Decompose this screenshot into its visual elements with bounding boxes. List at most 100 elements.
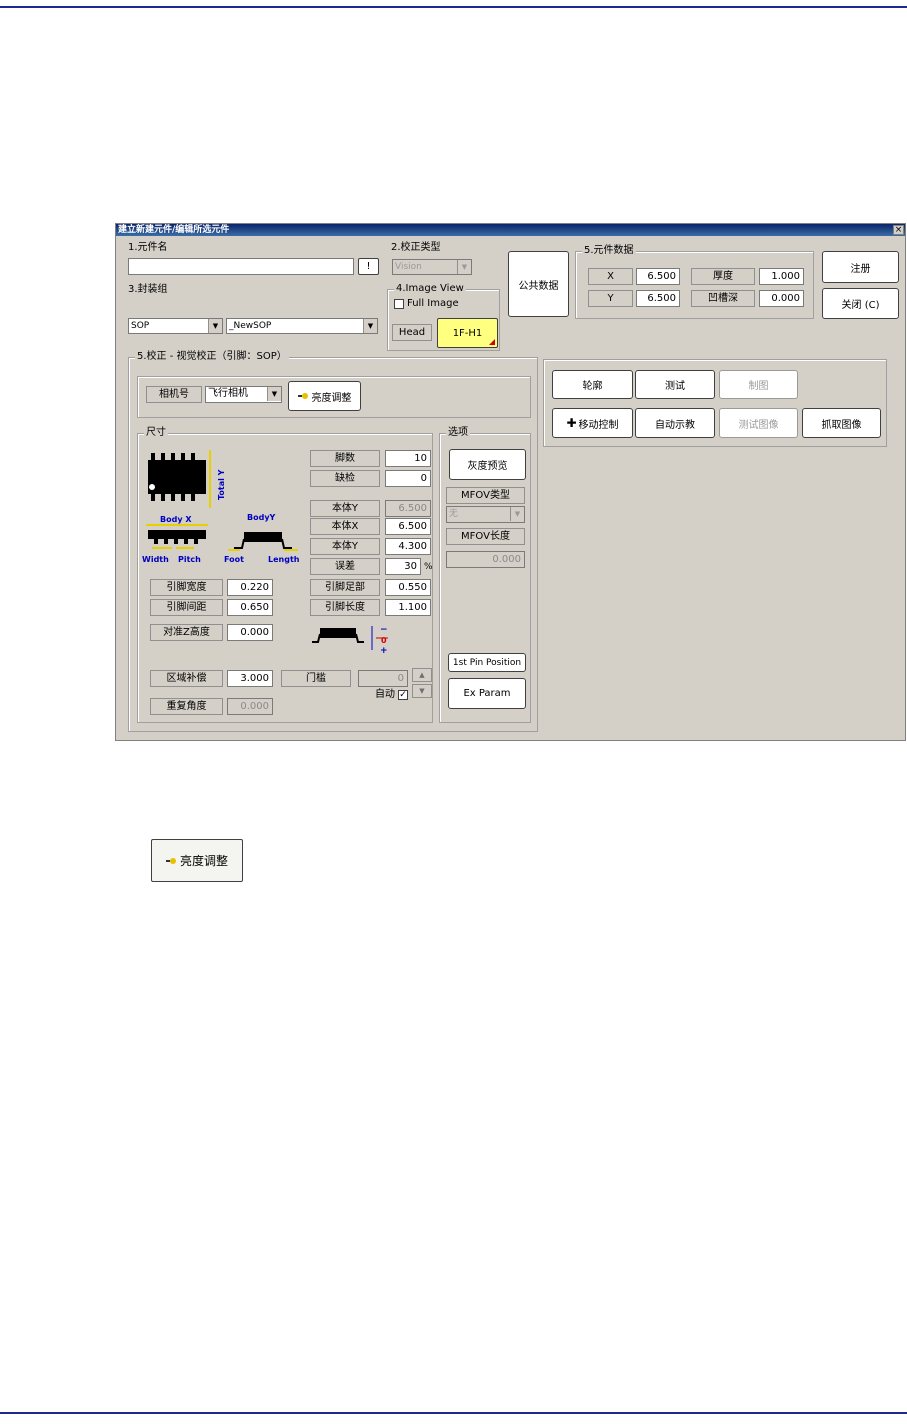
close-button[interactable]: 关闭 (C) (822, 288, 899, 319)
package-diagram: Total Y Body X Width Pitch BodyY Foot Le… (142, 450, 300, 564)
pitch-label: Pitch (178, 555, 201, 564)
body-y1-input[interactable]: 6.500 (385, 500, 431, 517)
auto-label: 自动 (375, 689, 395, 700)
body-x-label: 本体X (310, 518, 380, 535)
head-select-button[interactable]: 1F-H1 (437, 318, 498, 348)
dropdown-corner-icon (489, 339, 495, 345)
calibration-title: 5.校正 - 视觉校正（引脚：SOP） (135, 351, 289, 363)
ex-param-button[interactable]: Ex Param (448, 678, 526, 709)
area-comp-input[interactable]: 3.000 (227, 670, 273, 687)
first-pin-position-button[interactable]: 1st Pin Position (448, 653, 526, 672)
full-image-checkbox[interactable] (394, 299, 404, 309)
body-y2-input[interactable]: 4.300 (385, 538, 431, 555)
threshold-label: 门槛 (281, 670, 351, 687)
mfov-length-input[interactable]: 0.000 (446, 551, 525, 568)
camera-label: 相机号 (146, 386, 202, 403)
foot-label: Foot (224, 555, 244, 564)
mfov-type-label: MFOV类型 (446, 487, 525, 504)
package-select[interactable]: SOP ▼ (128, 318, 223, 334)
outline-button[interactable]: 轮廓 (552, 370, 633, 399)
lead-pitch-label: 引脚间距 (150, 599, 223, 616)
pin-count-input[interactable]: 10 (385, 450, 431, 467)
brightness-button[interactable]: 亮度调整 (288, 381, 361, 411)
z-plus-label: + (380, 646, 388, 654)
lead-pitch-input[interactable]: 0.650 (227, 599, 273, 616)
calib-type-label: 2.校正类型 (391, 242, 441, 253)
lead-width-input[interactable]: 0.220 (227, 579, 273, 596)
camera-select[interactable]: 飞行相机 ▼ (205, 386, 282, 403)
actions-group: 轮廓 测试 制图 ✚ 移动控制 自动示教 测试图像 抓取图像 (543, 359, 887, 447)
package-group-label: 3.封装组 (128, 284, 168, 295)
camera-value: 飞行相机 (208, 388, 248, 399)
head-value: 1F-H1 (452, 327, 483, 339)
lead-foot-label: 引脚足部 (310, 579, 380, 596)
area-comp-label: 区域补偿 (150, 670, 223, 687)
mfov-type-select[interactable]: 无 ▼ (446, 506, 525, 523)
pin-count-label: 脚数 (310, 450, 380, 467)
body-x-input[interactable]: 6.500 (385, 518, 431, 535)
package-name-value: _NewSOP (229, 321, 272, 331)
recess-input[interactable]: 0.000 (759, 290, 804, 307)
options-title: 选项 (446, 427, 470, 439)
package-name-select[interactable]: _NewSOP ▼ (226, 318, 378, 334)
part-name-label: 1.元件名 (128, 242, 168, 253)
top-rule (0, 6, 907, 8)
part-editor-dialog: 建立新建元件/编辑所选元件 × 1.元件名 ! 3.封装组 SOP ▼ _New… (115, 223, 906, 741)
y-input[interactable]: 6.500 (636, 290, 680, 307)
lead-length-input[interactable]: 1.100 (385, 599, 431, 616)
chevron-down-icon: ▼ (510, 507, 524, 521)
chevron-down-icon: ▼ (363, 319, 377, 333)
head-label: Head (392, 324, 432, 341)
draw-button[interactable]: 制图 (719, 370, 798, 399)
gray-preview-button[interactable]: 灰度预览 (449, 449, 526, 480)
lead-length-label: 引脚长度 (310, 599, 380, 616)
test-button[interactable]: 测试 (635, 370, 715, 399)
mfov-type-value: 无 (449, 509, 459, 519)
threshold-down-button[interactable]: ▼ (412, 684, 432, 698)
missing-input[interactable]: 0 (385, 470, 431, 487)
part-data-group: 5.元件数据 X 6.500 厚度 1.000 Y 6.500 凹槽深 0.00… (575, 245, 814, 319)
window-title: 建立新建元件/编辑所选元件 (116, 224, 905, 236)
chevron-down-icon: ▼ (457, 260, 471, 274)
body-x-label: Body X (160, 515, 192, 524)
part-name-input[interactable] (128, 258, 354, 275)
align-z-input[interactable]: 0.000 (227, 624, 273, 641)
common-data-button[interactable]: 公共数据 (508, 251, 569, 317)
brightness-callout-button[interactable]: 亮度调整 (151, 839, 243, 882)
dimensions-group: 尺寸 Total Y Body X Width Pitch BodyY Foot… (137, 427, 433, 723)
tolerance-input[interactable]: 30 (385, 558, 421, 575)
threshold-up-button[interactable]: ▲ (412, 668, 432, 682)
threshold-input[interactable]: 0 (358, 670, 408, 687)
brightness-callout-label: 亮度调整 (179, 854, 228, 868)
tolerance-unit: % (424, 562, 433, 572)
calib-type-select[interactable]: Vision ▼ (392, 259, 472, 275)
auto-teach-button[interactable]: 自动示教 (635, 408, 715, 438)
repeat-angle-label: 重复角度 (150, 698, 223, 715)
align-z-label: 对准Z高度 (150, 624, 223, 641)
repeat-angle-input[interactable]: 0.000 (227, 698, 273, 715)
x-input[interactable]: 6.500 (636, 268, 680, 285)
lead-side-view (228, 532, 298, 551)
z-minus-label: − (380, 625, 388, 635)
chip-side-view (148, 530, 206, 549)
arrow-up-icon: ▲ (419, 671, 425, 679)
mfov-length-label: MFOV长度 (446, 528, 525, 545)
window-close-icon[interactable]: × (893, 225, 904, 235)
total-y-label: Total Y (217, 469, 226, 500)
body-y1-label: 本体Y (310, 500, 380, 517)
missing-label: 缺检 (310, 470, 380, 487)
register-button[interactable]: 注册 (822, 251, 899, 283)
calib-type-value: Vision (395, 262, 422, 272)
grab-image-button[interactable]: 抓取图像 (802, 408, 881, 438)
image-view-title: 4.Image View (394, 283, 466, 295)
z-height-diagram: − 0 + (312, 625, 388, 654)
light-bulb-icon (165, 857, 177, 865)
part-name-lookup-button[interactable]: ! (358, 258, 379, 275)
auto-checkbox[interactable]: ✓ (398, 690, 408, 700)
recess-label: 凹槽深 (691, 290, 755, 307)
test-image-button[interactable]: 测试图像 (719, 408, 798, 438)
thickness-input[interactable]: 1.000 (759, 268, 804, 285)
move-control-button[interactable]: ✚ 移动控制 (552, 408, 633, 438)
lead-foot-input[interactable]: 0.550 (385, 579, 431, 596)
width-label: Width (142, 555, 169, 564)
